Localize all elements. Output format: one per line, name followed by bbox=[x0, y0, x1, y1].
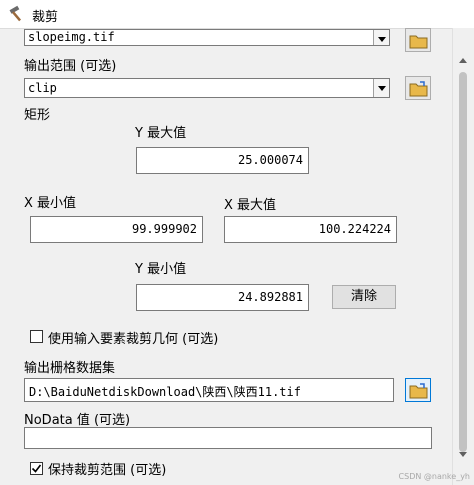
scroll-up-icon[interactable] bbox=[459, 58, 467, 63]
y-min-label: Y 最小值 bbox=[135, 262, 187, 277]
title-bar: 裁剪 bbox=[0, 0, 474, 29]
y-min-value: 24.892881 bbox=[237, 290, 303, 304]
clear-button[interactable]: 清除 bbox=[332, 285, 396, 309]
input-raster-value: slopeimg.tif bbox=[28, 30, 115, 44]
nodata-input[interactable] bbox=[24, 427, 432, 449]
output-raster-browse-button[interactable] bbox=[405, 378, 431, 402]
input-raster-combo[interactable]: slopeimg.tif bbox=[24, 29, 390, 46]
x-min-input[interactable]: 99.999902 bbox=[30, 216, 203, 243]
y-min-input[interactable]: 24.892881 bbox=[136, 284, 309, 311]
x-max-value: 100.224224 bbox=[318, 222, 391, 236]
folder-open-icon bbox=[409, 383, 428, 399]
y-max-label: Y 最大值 bbox=[135, 126, 187, 141]
nodata-label: NoData 值 (可选) bbox=[24, 413, 131, 428]
x-max-label: X 最大值 bbox=[224, 198, 277, 213]
x-min-label: X 最小值 bbox=[24, 196, 77, 211]
output-raster-input[interactable]: D:\BaiduNetdiskDownload\陕西\陕西11.tif bbox=[24, 378, 394, 402]
chevron-down-icon[interactable] bbox=[373, 30, 389, 45]
vertical-scrollbar[interactable] bbox=[452, 28, 474, 485]
output-extent-combo[interactable]: clip bbox=[24, 78, 390, 98]
scroll-thumb[interactable] bbox=[459, 72, 467, 452]
x-max-input[interactable]: 100.224224 bbox=[224, 216, 397, 243]
folder-icon bbox=[409, 35, 428, 49]
maintain-extent-label: 保持裁剪范围 (可选) bbox=[48, 463, 167, 478]
y-max-input[interactable]: 25.000074 bbox=[136, 147, 309, 174]
folder-open-icon bbox=[409, 81, 428, 97]
scroll-down-icon[interactable] bbox=[459, 452, 467, 457]
output-extent-browse-button[interactable] bbox=[405, 76, 431, 100]
output-raster-label: 输出栅格数据集 bbox=[24, 361, 116, 376]
chevron-down-icon[interactable] bbox=[373, 79, 389, 97]
input-raster-browse-button[interactable] bbox=[405, 28, 431, 52]
rectangle-label: 矩形 bbox=[24, 108, 51, 123]
use-input-features-checkbox[interactable] bbox=[30, 330, 43, 343]
watermark: CSDN @nanke_yh bbox=[398, 472, 470, 481]
maintain-extent-checkbox[interactable] bbox=[30, 462, 43, 475]
checkmark-icon bbox=[31, 464, 42, 473]
y-max-value: 25.000074 bbox=[237, 153, 303, 167]
output-extent-value: clip bbox=[28, 81, 57, 95]
hammer-icon bbox=[8, 5, 26, 23]
use-input-features-label: 使用输入要素裁剪几何 (可选) bbox=[48, 332, 219, 347]
output-extent-label: 输出范围 (可选) bbox=[24, 59, 117, 74]
window-title: 裁剪 bbox=[32, 10, 59, 25]
x-min-value: 99.999902 bbox=[131, 222, 197, 236]
output-raster-value: D:\BaiduNetdiskDownload\陕西\陕西11.tif bbox=[29, 385, 301, 399]
